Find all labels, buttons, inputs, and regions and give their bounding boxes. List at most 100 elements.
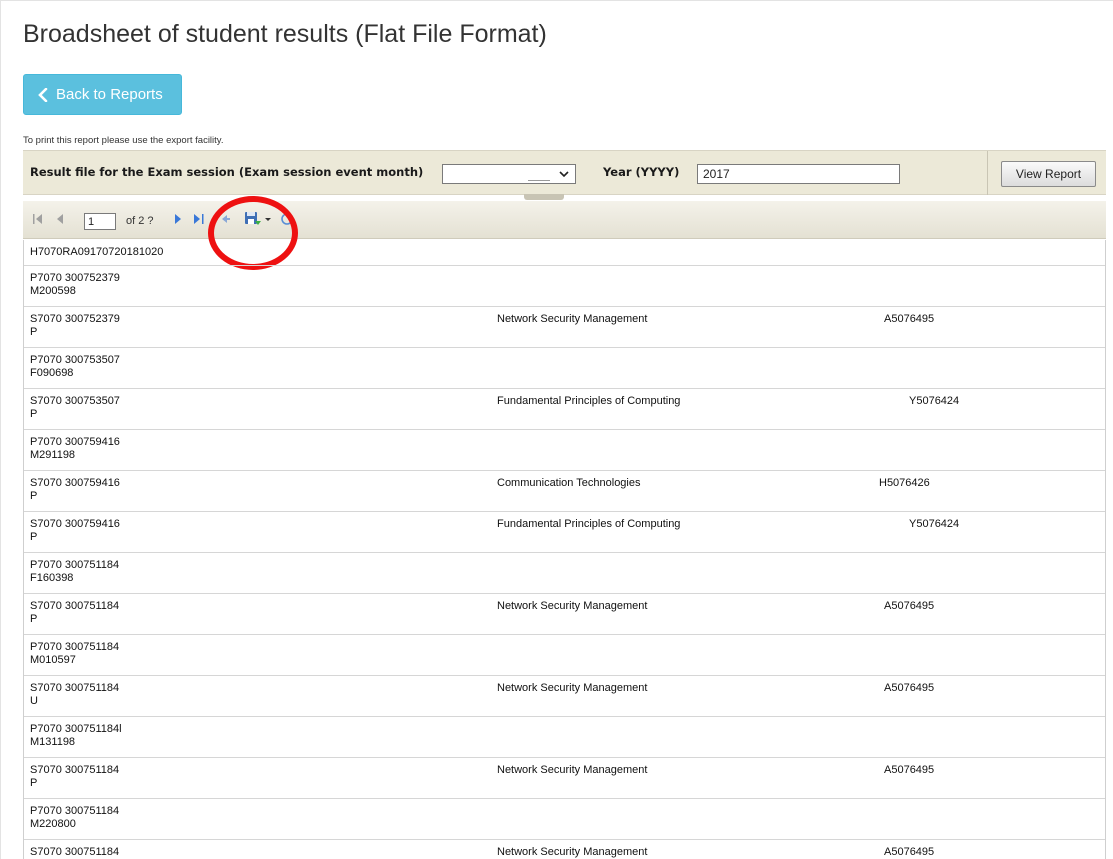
table-row: P7070 300751184 M010597	[24, 635, 1105, 676]
table-row: S7070 300751184 U Network Security Managem…	[24, 676, 1105, 717]
subject-code: A5076495	[884, 682, 935, 694]
table-row: S7070 300759416 P Fundamental Principles o…	[24, 512, 1105, 553]
subject-name: Fundamental Principles of Computing	[497, 518, 681, 530]
subject-name: Fundamental Principles of Computing	[497, 395, 681, 407]
current-page-input[interactable]	[84, 213, 116, 230]
table-row: P7070 300751184 F160398	[24, 553, 1105, 594]
record-line-1: S7070 300751184	[30, 600, 120, 612]
row-record: S7070 300751184 P	[30, 600, 119, 626]
row-record: P7070 300752379 M200598	[30, 272, 120, 298]
row-record: P7070 300751184l M131198	[30, 723, 122, 749]
subject-name: Network Security Management	[497, 846, 648, 858]
record-line-1: P7070 300751184l	[30, 723, 122, 735]
chevron-down-icon	[559, 171, 569, 178]
record-line-2: P	[30, 777, 38, 789]
row-record: S7070 300752379 P	[30, 313, 120, 339]
page-count: of 2 ?	[126, 215, 154, 227]
row-record: P7070 300759416 M291198	[30, 436, 120, 462]
subject-code: Y5076424	[909, 518, 960, 530]
record-line-1: S7070 300759416	[30, 477, 120, 489]
subject-code: H5076426	[879, 477, 930, 489]
parameter-bar: Result file for the Exam session (Exam s…	[23, 150, 1106, 195]
record-line-1: S7070 300753507	[30, 395, 120, 407]
table-row: P7070 300753507 F090698	[24, 348, 1105, 389]
table-row: S7070 300752379 P Network Security Managem…	[24, 307, 1105, 348]
next-page-icon[interactable]	[171, 212, 185, 226]
first-page-icon[interactable]	[31, 212, 45, 226]
select-underline	[528, 180, 550, 181]
row-record: P7070 300753507 F090698	[30, 354, 120, 380]
record-line-2: P	[30, 408, 38, 420]
subject-code: Y5076424	[909, 395, 960, 407]
record-line-1: P7070 300753507	[30, 354, 120, 366]
record-line-1: S7070 300751184	[30, 764, 120, 776]
year-input[interactable]	[697, 164, 900, 184]
record-line-1: P7070 300751184	[30, 559, 120, 571]
report-toolbar: of 2 ?	[23, 201, 1106, 239]
table-row: P7070 300751184 M220800	[24, 799, 1105, 840]
table-row: S7070 300759416 P Communication Technologi…	[24, 471, 1105, 512]
record-line-1: P7070 300759416	[30, 436, 120, 448]
record-line-2: P	[30, 531, 38, 543]
previous-page-icon[interactable]	[53, 212, 67, 226]
page-title: Broadsheet of student results (Flat File…	[23, 20, 547, 48]
record-line-2: F160398	[30, 572, 74, 584]
table-row: S7070 300751184 Network Security Manageme…	[24, 840, 1105, 859]
table-row: S7070 300753507 P Fundamental Principles o…	[24, 389, 1105, 430]
view-report-button[interactable]: View Report	[1001, 161, 1096, 187]
record-line-1: H7070RA09170720181020	[30, 246, 164, 258]
row-record: P7070 300751184 F160398	[30, 559, 119, 585]
report-body: H7070RA09170720181020 P7070 300752379 M200…	[23, 240, 1106, 859]
row-record: S7070 300751184 P	[30, 764, 119, 790]
row-record: S7070 300751184	[30, 846, 119, 859]
subject-name: Network Security Management	[497, 313, 648, 325]
last-page-icon[interactable]	[192, 212, 206, 226]
record-line-1: P7070 300751184	[30, 805, 120, 817]
record-line-1: S7070 300751184	[30, 846, 120, 858]
subject-code: A5076495	[884, 600, 935, 612]
record-line-2: U	[30, 695, 38, 707]
collapse-parameters-handle[interactable]	[524, 194, 564, 200]
subject-name: Network Security Management	[497, 682, 648, 694]
row-record: S7070 300759416 P	[30, 518, 120, 544]
back-button-label: Back to Reports	[56, 86, 163, 103]
row-record: S7070 300753507 P	[30, 395, 120, 421]
record-line-2: M220800	[30, 818, 76, 830]
record-line-2: M010597	[30, 654, 76, 666]
record-line-2: M291198	[30, 449, 76, 461]
subject-name: Communication Technologies	[497, 477, 641, 489]
subject-code: A5076495	[884, 313, 935, 325]
subject-name: Network Security Management	[497, 600, 648, 612]
month-select[interactable]	[442, 164, 576, 184]
row-record: P7070 300751184 M010597	[30, 641, 119, 667]
record-line-2: M200598	[30, 285, 76, 297]
record-line-1: P7070 300751184	[30, 641, 120, 653]
row-record: H7070RA09170720181020	[30, 246, 163, 259]
record-line-1: P7070 300752379	[30, 272, 120, 284]
row-record: S7070 300759416 P	[30, 477, 120, 503]
parameter-divider	[987, 151, 988, 195]
print-note: To print this report please use the expo…	[23, 135, 224, 146]
subject-code: A5076495	[884, 764, 935, 776]
chevron-left-icon	[38, 87, 48, 102]
record-line-1: S7070 300751184	[30, 682, 120, 694]
table-row: P7070 300752379 M200598	[24, 266, 1105, 307]
table-row: S7070 300751184 P Network Security Managem…	[24, 758, 1105, 799]
row-record: S7070 300751184 U	[30, 682, 119, 708]
table-row: H7070RA09170720181020	[24, 240, 1105, 266]
record-line-2: P	[30, 490, 38, 502]
record-line-2: P	[30, 613, 38, 625]
subject-code: A5076495	[884, 846, 935, 858]
table-row: P7070 300751184l M131198	[24, 717, 1105, 758]
table-row: S7070 300751184 P Network Security Managem…	[24, 594, 1105, 635]
record-line-2: M131198	[30, 736, 76, 748]
record-line-1: S7070 300752379	[30, 313, 120, 325]
record-line-1: S7070 300759416	[30, 518, 120, 530]
month-label: Result file for the Exam session (Exam s…	[30, 165, 424, 179]
year-label: Year (YYYY)	[603, 165, 680, 179]
subject-name: Network Security Management	[497, 764, 648, 776]
row-record: P7070 300751184 M220800	[30, 805, 119, 831]
back-to-reports-button[interactable]: Back to Reports	[23, 74, 182, 115]
table-row: P7070 300759416 M291198	[24, 430, 1105, 471]
record-line-2: F090698	[30, 367, 74, 379]
